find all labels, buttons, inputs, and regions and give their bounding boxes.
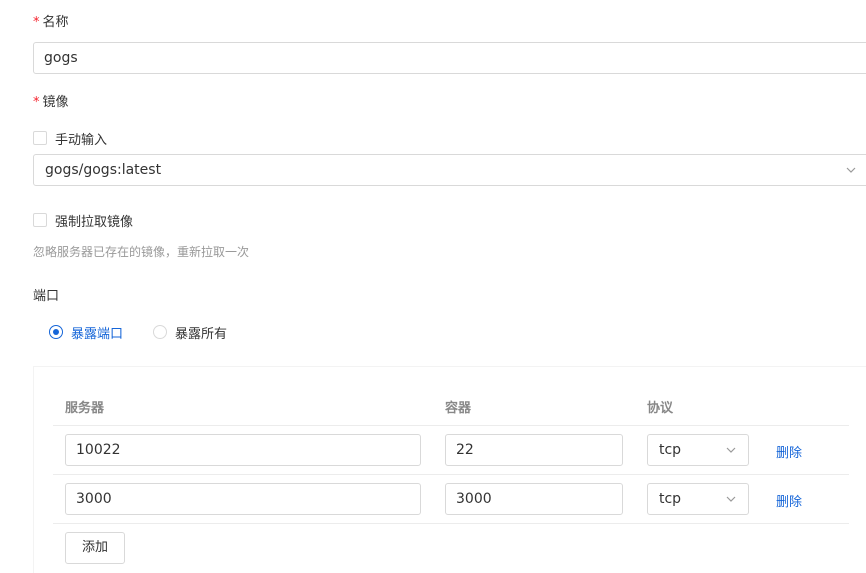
chevron-down-icon (726, 496, 736, 502)
radio-button[interactable] (153, 325, 168, 339)
image-label: * 镜像 (33, 94, 69, 112)
server-port-input[interactable]: 10022 (65, 434, 421, 466)
required-mark: * (33, 95, 40, 110)
column-header-server: 服务器 (65, 401, 105, 416)
name-label-text: 名称 (42, 15, 69, 30)
container-port-input[interactable]: 22 (445, 434, 623, 466)
radio-label: 暴露端口 (71, 326, 124, 342)
force-pull-checkbox-row[interactable]: 强制拉取镜像 (33, 211, 134, 230)
required-mark: * (33, 15, 40, 30)
image-select-value: gogs/gogs:latest (45, 162, 162, 178)
table-divider (53, 425, 849, 426)
protocol-value: tcp (659, 491, 682, 507)
chevron-down-icon (846, 167, 856, 173)
add-port-button[interactable]: 添加 (65, 532, 125, 564)
name-input[interactable]: gogs (33, 42, 866, 74)
manual-input-checkbox-row[interactable]: 手动输入 (33, 129, 108, 148)
server-port-input[interactable]: 3000 (65, 483, 421, 515)
name-label: * 名称 (33, 14, 69, 32)
radio-expose-all[interactable]: 暴露所有 (153, 323, 227, 342)
manual-input-label: 手动输入 (55, 132, 108, 148)
protocol-select[interactable]: tcp (647, 483, 749, 515)
ports-label: 端口 (33, 289, 60, 304)
manual-input-checkbox[interactable] (33, 131, 47, 145)
table-divider (53, 523, 849, 524)
image-select[interactable]: gogs/gogs:latest (33, 154, 866, 186)
ports-mode-radio-group: 暴露端口 暴露所有 (49, 323, 257, 342)
protocol-select[interactable]: tcp (647, 434, 749, 466)
delete-row-button[interactable]: 删除 (776, 491, 802, 510)
force-pull-checkbox[interactable] (33, 213, 47, 227)
force-pull-hint: 忽略服务器已存在的镜像，重新拉取一次 (33, 245, 250, 259)
delete-row-button[interactable]: 删除 (776, 442, 802, 461)
column-header-container: 容器 (445, 401, 472, 416)
table-divider (53, 474, 849, 475)
force-pull-label: 强制拉取镜像 (55, 214, 134, 230)
image-label-text: 镜像 (42, 95, 69, 110)
radio-button[interactable] (49, 325, 63, 339)
chevron-down-icon (726, 447, 736, 453)
container-port-input[interactable]: 3000 (445, 483, 623, 515)
container-form: * 名称 gogs * 镜像 手动输入 gogs/gogs:latest 强制拉取镜… (0, 0, 866, 573)
radio-label: 暴露所有 (175, 326, 228, 342)
column-header-protocol: 协议 (647, 401, 674, 416)
protocol-value: tcp (659, 442, 682, 458)
radio-expose-ports[interactable]: 暴露端口 (49, 323, 123, 342)
